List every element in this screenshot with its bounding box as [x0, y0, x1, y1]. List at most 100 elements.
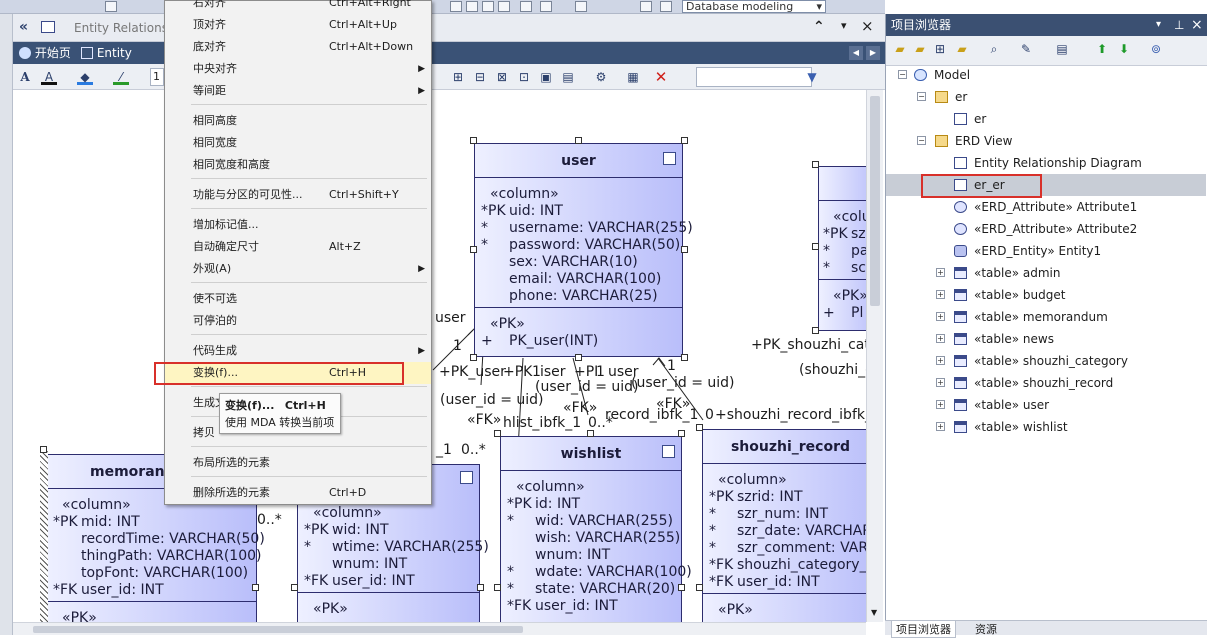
menu-item[interactable]: 代码生成 ▶: [165, 340, 431, 362]
expand-toggle-icon[interactable]: +: [936, 290, 945, 299]
resize-handle[interactable]: [470, 137, 477, 144]
expand-toggle-icon[interactable]: +: [936, 312, 945, 321]
scroll-down-icon[interactable]: ▼: [871, 608, 877, 617]
resize-handle[interactable]: [681, 137, 688, 144]
font-color-icon[interactable]: A: [41, 69, 57, 85]
menu-item[interactable]: 底对齐 Ctrl+Alt+Down: [165, 36, 431, 58]
resize-handle[interactable]: [252, 584, 259, 591]
maximize-icon[interactable]: ⌃: [813, 19, 825, 35]
tree-item[interactable]: + «table» admin: [886, 262, 1206, 284]
menu-item[interactable]: 增加标记值...: [165, 214, 431, 236]
tree-item[interactable]: + «table» wishlist: [886, 416, 1206, 438]
toolbar-icon[interactable]: [640, 1, 652, 12]
expand-toggle-icon[interactable]: +: [936, 356, 945, 365]
expand-toggle-icon[interactable]: +: [936, 400, 945, 409]
resize-handle[interactable]: [696, 584, 703, 591]
expand-toggle-icon[interactable]: +: [936, 268, 945, 277]
tree-item[interactable]: + «table» memorandum: [886, 306, 1206, 328]
tab-start-page[interactable]: 开始页: [15, 44, 75, 63]
resize-handle[interactable]: [587, 430, 594, 437]
tree-item[interactable]: − er: [886, 86, 1206, 108]
toolbar-icon[interactable]: [540, 1, 552, 12]
tree-item[interactable]: + «table» news: [886, 328, 1206, 350]
resize-handle[interactable]: [494, 584, 501, 591]
collapse-icon[interactable]: «: [19, 19, 28, 35]
tree-item[interactable]: er: [886, 108, 1206, 130]
view-icon[interactable]: ▤: [1054, 41, 1070, 57]
filter-icon[interactable]: ▼: [804, 69, 820, 85]
resize-handle[interactable]: [291, 584, 298, 591]
tree-item[interactable]: − Model: [886, 64, 1206, 86]
resize-handle[interactable]: [678, 430, 685, 437]
tree-item[interactable]: «ERD_Attribute» Attribute2: [886, 218, 1206, 240]
expand-toggle-icon[interactable]: −: [917, 136, 926, 145]
menu-item[interactable]: 相同高度: [165, 110, 431, 132]
entity-partial-right[interactable]: «colu *PKsz*pa*sc «PK» +Pl: [818, 166, 866, 331]
horizontal-scrollbar[interactable]: [13, 622, 866, 635]
expand-toggle-icon[interactable]: −: [898, 70, 907, 79]
align-icon[interactable]: ⊡: [516, 69, 532, 85]
new-diagram-icon[interactable]: ⊞: [932, 41, 948, 57]
move-up-icon[interactable]: ⬆: [1094, 41, 1110, 57]
font-icon[interactable]: A: [17, 69, 33, 85]
resize-handle[interactable]: [575, 137, 582, 144]
menu-item[interactable]: 中央对齐 ▶: [165, 58, 431, 80]
close-icon[interactable]: ×: [1191, 14, 1203, 36]
align-icon[interactable]: ⊞: [450, 69, 466, 85]
resize-handle[interactable]: [477, 584, 484, 591]
menu-item[interactable]: 删除所选的元素 Ctrl+D: [165, 482, 431, 504]
align-icon[interactable]: ▤: [560, 69, 576, 85]
expand-toggle-icon[interactable]: +: [936, 378, 945, 387]
menu-item[interactable]: 自动确定尺寸 Alt+Z: [165, 236, 431, 258]
resize-handle[interactable]: [470, 246, 477, 253]
tree-item[interactable]: «ERD_Entity» Entity1: [886, 240, 1206, 262]
menu-item[interactable]: 相同宽度: [165, 132, 431, 154]
filter-input[interactable]: [696, 67, 812, 87]
dropdown-icon[interactable]: ▾: [1156, 14, 1161, 36]
fill-color-icon[interactable]: ◆: [77, 69, 93, 85]
menu-item[interactable]: 可停泊的: [165, 310, 431, 332]
tree-item[interactable]: + «table» shouzhi_record: [886, 372, 1206, 394]
expand-toggle-icon[interactable]: +: [936, 334, 945, 343]
menu-item[interactable]: 功能与分区的可见性... Ctrl+Shift+Y: [165, 184, 431, 206]
move-down-icon[interactable]: ⬇: [1116, 41, 1132, 57]
toolbar-icon[interactable]: [105, 1, 117, 12]
resize-handle[interactable]: [40, 446, 47, 453]
resize-handle[interactable]: [681, 246, 688, 253]
entity-wishlist[interactable]: wishlist «column» *PK id: INT * wid: VARCHA…: [500, 436, 692, 622]
toolbar-icon[interactable]: [660, 1, 672, 12]
find-icon[interactable]: ⌕: [986, 41, 1002, 57]
diagram-canvas[interactable]: user «column» *PK uid: INT * username: VARC…: [13, 90, 866, 622]
menu-item[interactable]: 相同宽度和高度: [165, 154, 431, 176]
align-icon[interactable]: ▣: [538, 69, 554, 85]
properties-icon[interactable]: ✎: [1018, 41, 1034, 57]
delete-icon[interactable]: ✕: [653, 69, 669, 85]
menu-item[interactable]: 外观(A) ▶: [165, 258, 431, 280]
toolbar-icon[interactable]: [466, 1, 478, 12]
align-icon[interactable]: ⊟: [472, 69, 488, 85]
resize-handle[interactable]: [812, 161, 819, 168]
diagram-type-combo[interactable]: Database modeling ▾: [682, 0, 826, 13]
resize-handle[interactable]: [575, 354, 582, 361]
dropdown-icon[interactable]: ▾: [841, 19, 847, 32]
resize-handle[interactable]: [470, 354, 477, 361]
vertical-scrollbar[interactable]: ▼: [866, 90, 883, 622]
help-icon[interactable]: ⊚: [1148, 41, 1164, 57]
tab-scroll-left-icon[interactable]: ◀: [849, 46, 863, 60]
tab-scroll-right-icon[interactable]: ▶: [866, 46, 880, 60]
toolbar-icon[interactable]: [498, 1, 510, 12]
resize-handle[interactable]: [678, 584, 685, 591]
pin-icon[interactable]: ⊥: [1174, 14, 1184, 36]
tree-item[interactable]: − ERD View: [886, 130, 1206, 152]
menu-item[interactable]: 顶对齐 Ctrl+Alt+Up: [165, 14, 431, 36]
entity-user[interactable]: user «column» *PK uid: INT * username: VARC…: [474, 143, 693, 357]
zoom-field[interactable]: 1: [150, 68, 164, 86]
close-icon[interactable]: ×: [861, 17, 874, 35]
resize-handle[interactable]: [681, 354, 688, 361]
tree-item[interactable]: Entity Relationship Diagram: [886, 152, 1206, 174]
resize-handle[interactable]: [494, 430, 501, 437]
menu-item[interactable]: 等间距 ▶: [165, 80, 431, 102]
scroll-thumb[interactable]: [33, 626, 523, 633]
resize-handle[interactable]: [696, 424, 703, 431]
line-color-icon[interactable]: ⁄: [113, 69, 129, 85]
